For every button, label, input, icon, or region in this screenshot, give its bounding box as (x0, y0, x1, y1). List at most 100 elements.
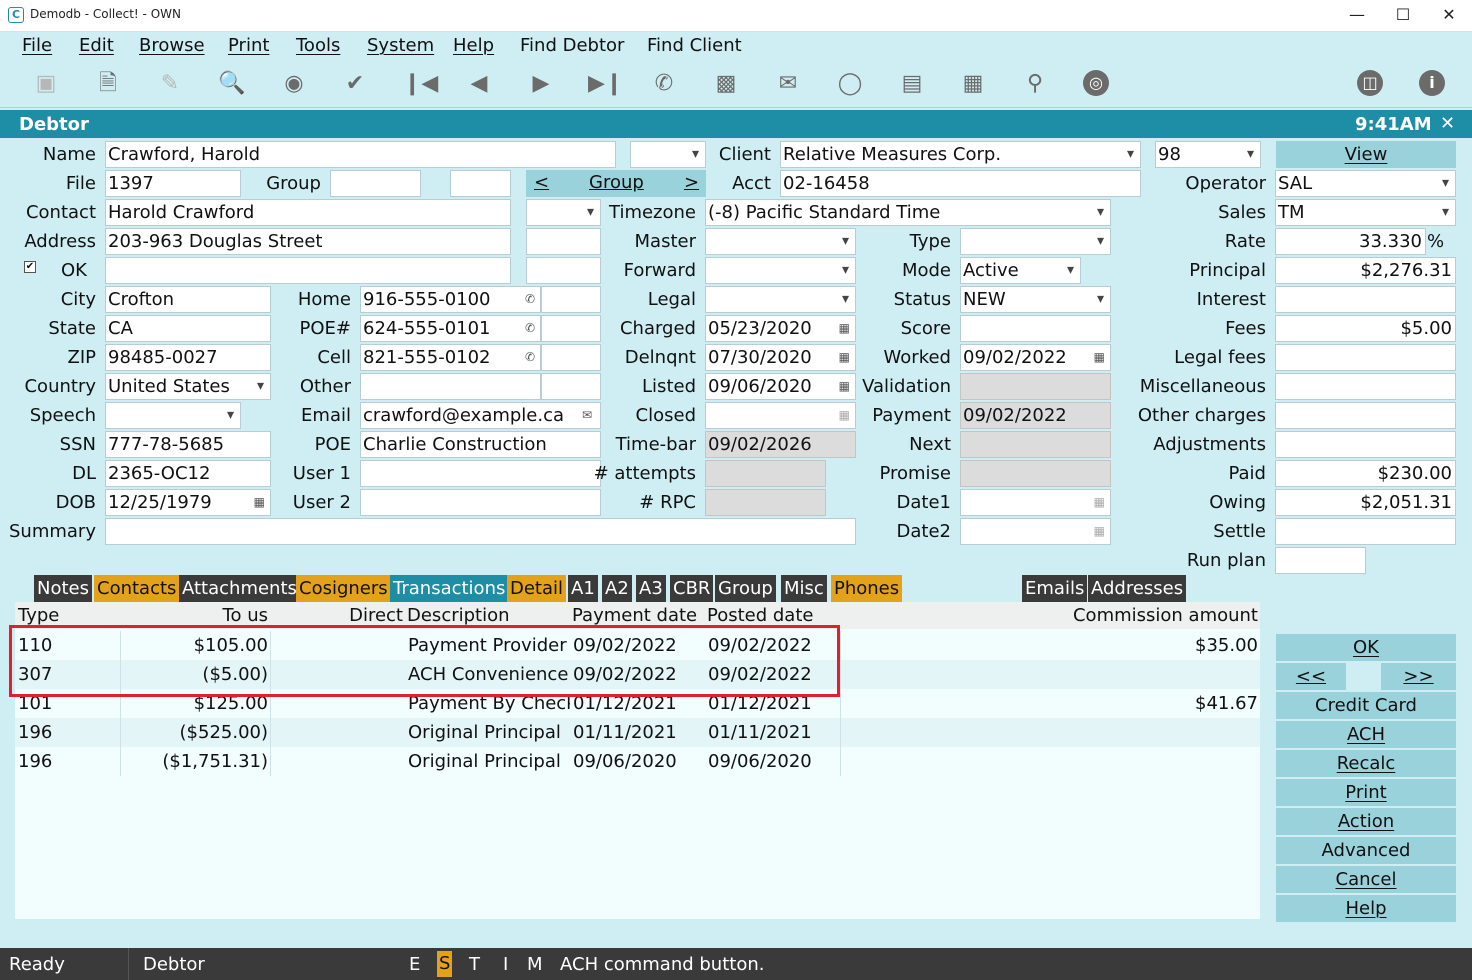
score-field[interactable] (960, 315, 1111, 342)
trash-icon[interactable]: ◫ (1357, 70, 1385, 98)
date2-field[interactable]: ▦ (960, 518, 1111, 545)
edit-record-icon[interactable]: ✎ (156, 70, 184, 98)
cancel-button[interactable]: Cancel (1276, 866, 1456, 893)
forward-dropdown[interactable] (705, 257, 856, 284)
city-field[interactable]: Crofton (105, 286, 271, 313)
sales-dropdown[interactable]: TM (1275, 199, 1456, 226)
tab-contacts[interactable]: Contacts (94, 575, 180, 602)
address-field[interactable]: 203-963 Douglas Street (105, 228, 511, 255)
previous-record-icon[interactable]: ◀ (465, 70, 493, 98)
column-header-payment-date[interactable]: Payment date (572, 604, 697, 628)
credit-card-button[interactable]: Credit Card (1276, 692, 1456, 719)
phone-icon[interactable]: ✆ (525, 345, 535, 370)
menu-find-client[interactable]: Find Client (647, 35, 742, 56)
tab-cosigners[interactable]: Cosigners (296, 575, 391, 602)
table-row[interactable]: 307 ($5.00) ACH Convenience F 09/02/2022… (15, 660, 1260, 689)
next-button[interactable]: >> (1381, 663, 1456, 690)
table-row[interactable]: 101 $125.00 Payment By Check 01/12/2021 … (15, 689, 1260, 718)
column-header-posted-date[interactable]: Posted date (707, 604, 813, 628)
view-button[interactable]: View (1276, 141, 1456, 168)
ach-button[interactable]: ACH (1276, 721, 1456, 748)
column-header-direct[interactable]: Direct (300, 604, 403, 628)
poe-phone-field[interactable]: 624-555-0101 ✆ (360, 315, 541, 342)
speech-dropdown[interactable] (105, 402, 241, 429)
calendar-icon[interactable]: ▦ (254, 490, 265, 515)
group-next-button[interactable]: > (684, 172, 699, 193)
legal-fees-field[interactable] (1275, 344, 1456, 371)
calendar-add-icon[interactable]: ▦ (959, 70, 987, 98)
tab-phones[interactable]: Phones (831, 575, 903, 602)
column-header-to-us[interactable]: To us (160, 604, 268, 628)
master-dropdown[interactable] (705, 228, 856, 255)
summary-field[interactable] (105, 518, 856, 545)
chat-icon[interactable]: ◯ (836, 70, 864, 98)
dob-field[interactable]: 12/25/1979 ▦ (105, 489, 271, 516)
type-dropdown[interactable] (960, 228, 1111, 255)
recalc-button[interactable]: Recalc (1276, 750, 1456, 777)
envelope-icon[interactable]: ✉ (582, 403, 592, 428)
ssn-field[interactable]: 777-78-5685 (105, 431, 271, 458)
column-header-description[interactable]: Description (407, 604, 510, 628)
checkmark-icon[interactable]: ✔ (341, 70, 369, 98)
calendar-icon[interactable]: ▦ (839, 345, 850, 370)
owing-field[interactable]: $2,051.31 (1275, 489, 1456, 516)
menu-help[interactable]: Help (453, 35, 494, 56)
group-extra-field[interactable] (450, 170, 511, 197)
paid-field[interactable]: $230.00 (1275, 460, 1456, 487)
help-button[interactable]: Help (1276, 895, 1456, 922)
table-row[interactable]: 196 ($1,751.31) Original Principal 09/06… (15, 747, 1260, 776)
closed-field[interactable]: ▦ (705, 402, 856, 429)
user1-field[interactable] (360, 460, 601, 487)
new-record-icon[interactable]: 🗎 (94, 70, 122, 98)
advanced-button[interactable]: Advanced (1276, 837, 1456, 864)
worked-field[interactable]: 09/02/2022 ▦ (960, 344, 1111, 371)
principal-field[interactable]: $2,276.31 (1275, 257, 1456, 284)
action-button[interactable]: Action (1276, 808, 1456, 835)
operator-dropdown[interactable]: SAL (1275, 170, 1456, 197)
tab-group[interactable]: Group (715, 575, 776, 602)
tab-emails[interactable]: Emails (1022, 575, 1088, 602)
status-dropdown[interactable]: NEW (960, 286, 1111, 313)
name-field[interactable]: Crawford, Harold (105, 141, 616, 168)
file-field[interactable]: 1397 (105, 170, 241, 197)
first-record-icon[interactable]: ❙◀ (403, 70, 438, 98)
cell-ext-field[interactable] (541, 344, 601, 371)
home-phone-field[interactable]: 916-555-0100 ✆ (360, 286, 541, 313)
column-header-type[interactable]: Type (18, 604, 59, 628)
info-icon[interactable]: i (1419, 70, 1447, 98)
group-button[interactable]: Group (589, 172, 644, 193)
calendar-icon[interactable]: ▦ (1094, 519, 1105, 544)
other-phone-field[interactable] (360, 373, 541, 400)
print-button[interactable]: Print (1276, 779, 1456, 806)
close-window-button[interactable]: ✕ (1426, 0, 1472, 32)
tab-detail[interactable]: Detail (507, 575, 567, 602)
home-ext-field[interactable] (541, 286, 601, 313)
menu-print[interactable]: Print (228, 35, 269, 56)
fees-field[interactable]: $5.00 (1275, 315, 1456, 342)
column-header-commission[interactable]: Commission amount (1060, 604, 1258, 628)
charged-field[interactable]: 05/23/2020 ▦ (705, 315, 856, 342)
delnqnt-field[interactable]: 07/30/2020 ▦ (705, 344, 856, 371)
mode-dropdown[interactable]: Active (960, 257, 1081, 284)
magnifier-icon[interactable]: ⚲ (1021, 70, 1049, 98)
calendar-icon[interactable]: ▦ (1094, 345, 1105, 370)
binoculars-icon[interactable]: ◉ (280, 70, 308, 98)
previous-button[interactable]: << (1276, 663, 1346, 690)
cell-phone-field[interactable]: 821-555-0102 ✆ (360, 344, 541, 371)
acct-field[interactable]: 02-16458 (780, 170, 1141, 197)
menu-browse[interactable]: Browse (139, 35, 205, 56)
menu-system[interactable]: System (367, 35, 434, 56)
poe-ext-field[interactable] (541, 315, 601, 342)
globe-icon[interactable]: ◎ (1083, 70, 1111, 98)
phone-icon[interactable]: ✆ (525, 316, 535, 341)
minimize-button[interactable]: — (1334, 0, 1380, 32)
listed-field[interactable]: 09/06/2020 ▦ (705, 373, 856, 400)
next-record-icon[interactable]: ▶ (527, 70, 555, 98)
legal-dropdown[interactable] (705, 286, 856, 313)
email-icon[interactable]: ✉ (774, 70, 802, 98)
date1-field[interactable]: ▦ (960, 489, 1111, 516)
menu-find-debtor[interactable]: Find Debtor (520, 35, 624, 56)
phone-icon[interactable]: ✆ (525, 287, 535, 312)
menu-tools[interactable]: Tools (296, 35, 340, 56)
ok-button[interactable]: OK (1276, 634, 1456, 661)
